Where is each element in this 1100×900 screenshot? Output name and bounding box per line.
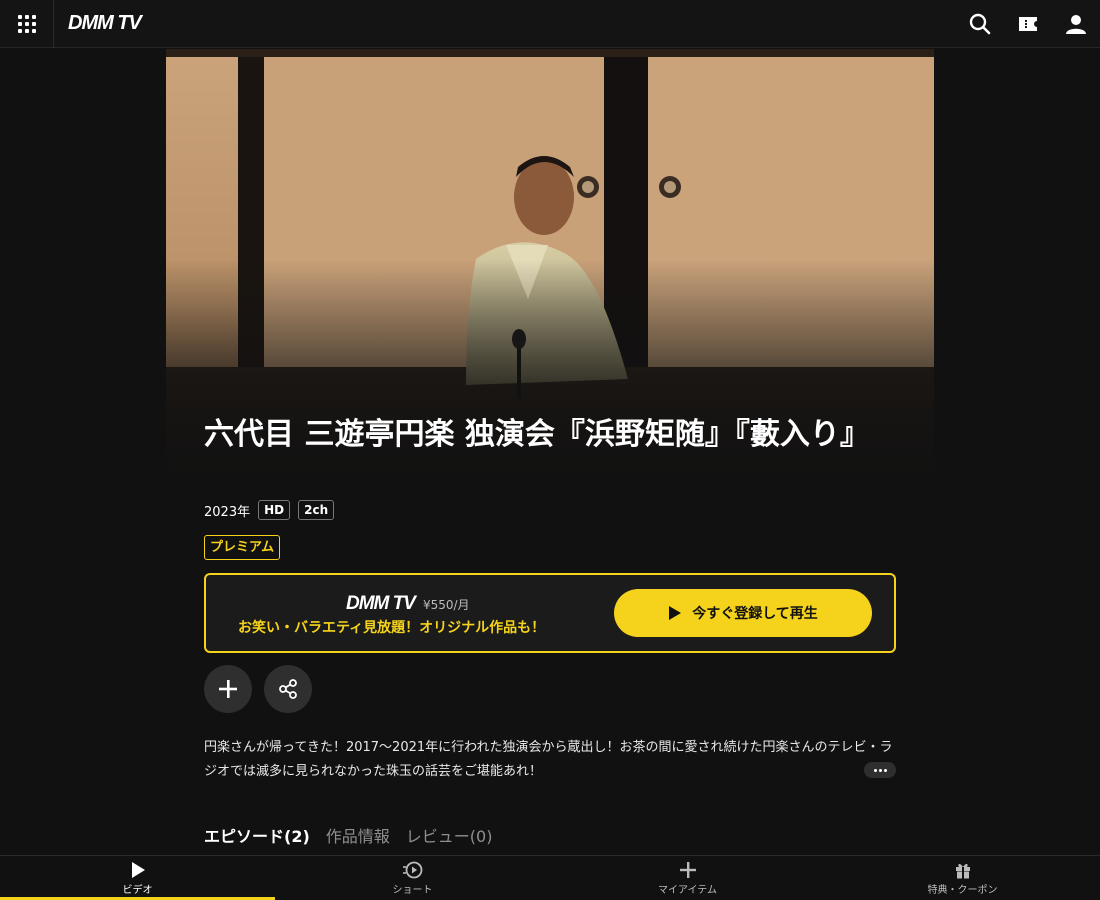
play-icon [669, 606, 682, 620]
share-icon [279, 679, 297, 699]
tab-work-info[interactable]: 作品情報 [326, 823, 390, 847]
ticket-icon[interactable] [1016, 12, 1040, 36]
audio-channel-badge: 2ch [298, 500, 335, 520]
release-year: 2023年 [204, 504, 251, 520]
subscription-logo-row: DMM TV ¥550/月 [346, 593, 470, 615]
more-dot-icon [873, 768, 877, 772]
user-icon[interactable] [1064, 12, 1088, 36]
dmm-tv-logo[interactable]: DMM TV [68, 12, 142, 35]
nav-label-video: ビデオ [122, 885, 153, 896]
nav-item-short[interactable]: ショート [275, 856, 550, 900]
description-more-button[interactable] [864, 762, 896, 778]
detail-tabs: エピソード(2) 作品情報 レビュー(0) [204, 823, 492, 847]
top-header: DMM TV [0, 0, 1100, 48]
add-to-my-list-button[interactable] [204, 665, 252, 713]
more-dot-icon [883, 768, 887, 772]
tab-episodes[interactable]: エピソード(2) [204, 823, 310, 847]
plus-icon [679, 862, 696, 878]
nav-item-video[interactable]: ビデオ [0, 856, 275, 900]
video-thumbnail[interactable] [166, 49, 934, 479]
subscription-tagline: お笑い・バラエティ見放題！オリジナル作品も！ [238, 620, 546, 636]
nav-item-benefits-coupons[interactable]: 特典・クーポン [825, 856, 1100, 900]
share-button[interactable] [264, 665, 312, 713]
grid-menu-icon [17, 15, 36, 33]
nav-label-short: ショート [392, 885, 433, 896]
search-icon[interactable] [968, 12, 992, 36]
subscribe-and-play-button[interactable]: 今すぐ登録して再生 [614, 589, 872, 637]
bottom-navigation: ビデオ ショート マイアイテム 特典・クーポン [0, 855, 1100, 900]
play-icon [131, 862, 145, 878]
plus-icon [219, 680, 237, 698]
short-video-icon [402, 861, 422, 879]
video-meta: 2023年 HD 2ch [204, 500, 335, 520]
subscribe-button-label: 今すぐ登録して再生 [692, 606, 818, 622]
subscription-logo: DMM TV [346, 593, 416, 614]
hd-badge: HD [258, 500, 291, 520]
nav-label-benefits-coupons: 特典・クーポン [927, 885, 998, 896]
video-title: 六代目 三遊亭円楽 独演会『浜野矩随』『藪入り』 [204, 417, 870, 452]
subscription-banner: DMM TV ¥550/月 お笑い・バラエティ見放題！オリジナル作品も！ 今すぐ… [204, 573, 896, 653]
grid-menu-button[interactable] [0, 0, 54, 48]
more-dot-icon [878, 768, 882, 772]
subscription-price: ¥550/月 [422, 598, 470, 612]
nav-item-my-items[interactable]: マイアイテム [550, 856, 825, 900]
tab-reviews[interactable]: レビュー(0) [406, 823, 493, 847]
gift-icon [955, 863, 970, 879]
nav-label-my-items: マイアイテム [658, 885, 717, 896]
premium-badge: プレミアム [204, 535, 281, 560]
video-description: 円楽さんが帰ってきた！2017〜2021年に行われた独演会から蔵出し！お茶の間に… [204, 740, 893, 779]
